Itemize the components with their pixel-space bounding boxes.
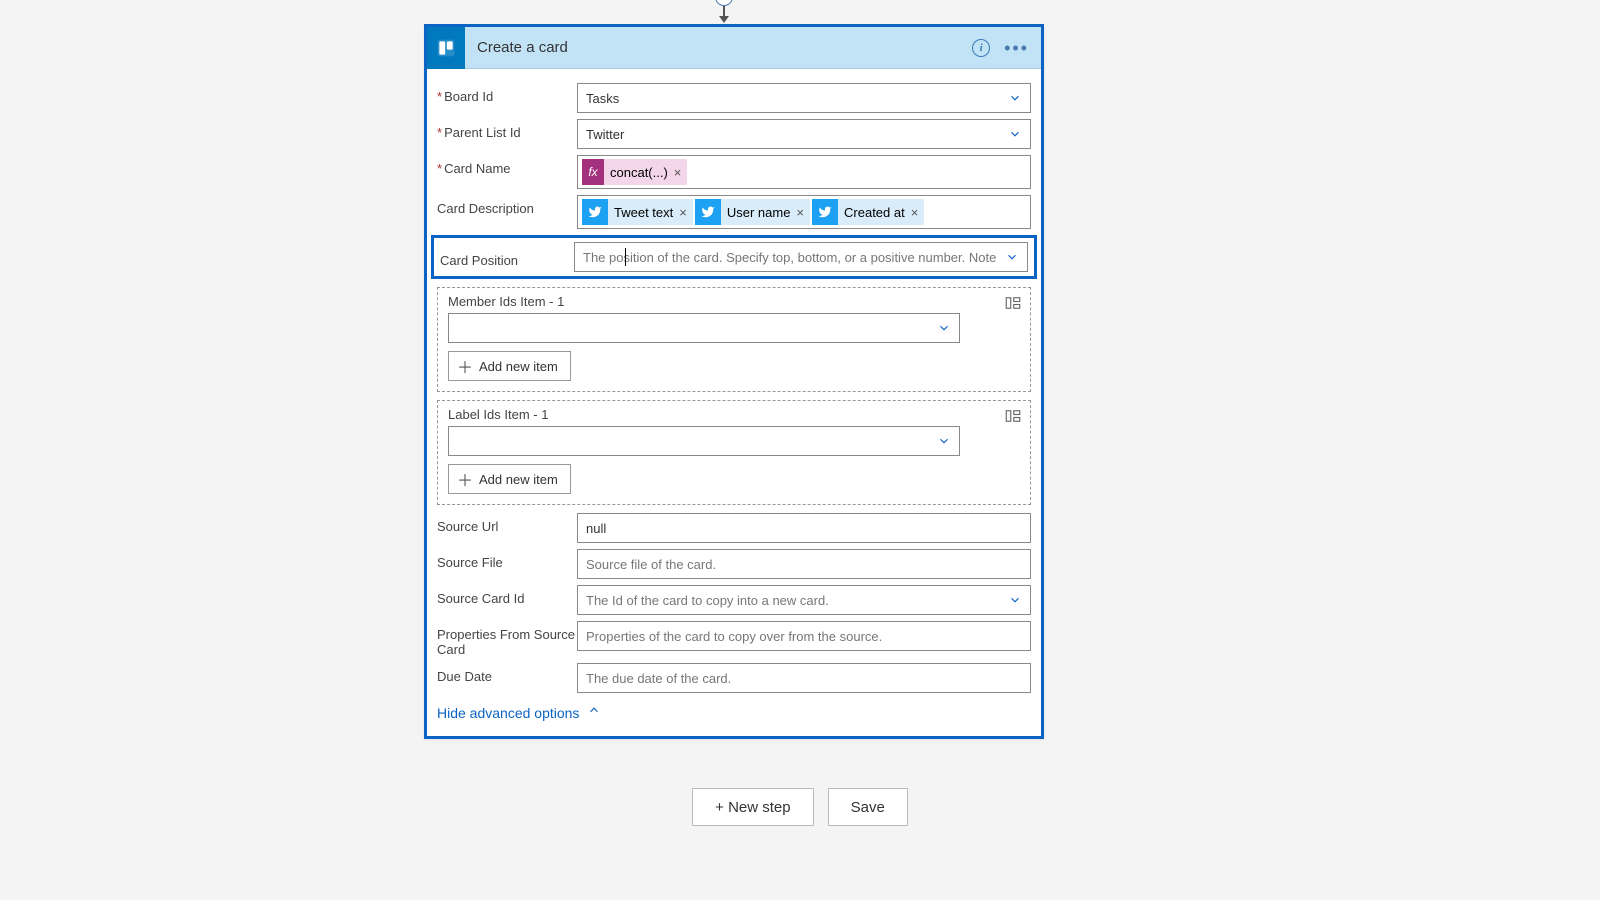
label-source-file: Source File (437, 549, 577, 570)
label-due-date: Due Date (437, 663, 577, 684)
twitter-icon (582, 199, 608, 225)
add-member-item-button[interactable]: ＋ Add new item (448, 351, 571, 381)
add-node-icon[interactable] (715, 0, 733, 6)
plus-icon: ＋ (457, 354, 473, 378)
label-properties-from-source: Properties From Source Card (437, 621, 577, 657)
label-label-ids: Label Ids Item - 1 (448, 407, 1020, 422)
board-id-select[interactable]: Tasks (577, 83, 1031, 113)
add-label-item-button[interactable]: ＋ Add new item (448, 464, 571, 494)
source-file-input[interactable]: Source file of the card. (577, 549, 1031, 579)
chevron-down-icon (1008, 593, 1022, 607)
card-position-row: Card Position The position of the card. … (431, 235, 1037, 279)
member-ids-select[interactable] (448, 313, 960, 343)
switch-mode-icon[interactable] (1004, 407, 1022, 425)
token-created-at[interactable]: Created at × (812, 199, 924, 225)
chevron-down-icon (1008, 127, 1022, 141)
remove-token-icon[interactable]: × (796, 205, 804, 220)
source-url-input[interactable]: null (577, 513, 1031, 543)
label-source-card-id: Source Card Id (437, 585, 577, 606)
twitter-icon (695, 199, 721, 225)
chevron-up-icon (587, 703, 601, 722)
remove-token-icon[interactable]: × (674, 165, 682, 180)
chevron-down-icon (937, 434, 951, 448)
parent-list-select[interactable]: Twitter (577, 119, 1031, 149)
trello-icon (427, 27, 465, 69)
flow-arrow-in (714, 0, 734, 24)
member-ids-group: Member Ids Item - 1 ＋ Add new item (437, 287, 1031, 392)
text-cursor-icon (625, 248, 626, 266)
card-position-input[interactable]: The position of the card. Specify top, b… (574, 242, 1028, 272)
label-board-id: *Board Id (437, 83, 577, 104)
remove-token-icon[interactable]: × (679, 205, 687, 220)
label-member-ids: Member Ids Item - 1 (448, 294, 1020, 309)
label-card-name: *Card Name (437, 155, 577, 176)
chevron-down-icon (937, 321, 951, 335)
card-header[interactable]: Create a card i ••• (427, 27, 1041, 69)
more-icon[interactable]: ••• (1004, 39, 1029, 57)
label-source-url: Source Url (437, 513, 577, 534)
token-tweet-text[interactable]: Tweet text × (582, 199, 693, 225)
due-date-input[interactable]: The due date of the card. (577, 663, 1031, 693)
properties-from-source-input[interactable]: Properties of the card to copy over from… (577, 621, 1031, 651)
card-title: Create a card (477, 39, 972, 56)
source-card-id-select[interactable]: The Id of the card to copy into a new ca… (577, 585, 1031, 615)
label-ids-group: Label Ids Item - 1 ＋ Add new item (437, 400, 1031, 505)
save-button[interactable]: Save (828, 788, 908, 826)
label-ids-select[interactable] (448, 426, 960, 456)
card-description-input[interactable]: Tweet text × User name × Created at × (577, 195, 1031, 229)
label-card-position: Card Position (440, 247, 574, 268)
switch-mode-icon[interactable] (1004, 294, 1022, 312)
token-user-name[interactable]: User name × (695, 199, 810, 225)
label-card-description: Card Description (437, 195, 577, 216)
token-expression[interactable]: fx concat(...) × (582, 159, 687, 185)
chevron-down-icon (1005, 250, 1019, 264)
hide-advanced-options-link[interactable]: Hide advanced options (437, 705, 579, 721)
info-icon[interactable]: i (972, 39, 990, 57)
chevron-down-icon (1008, 91, 1022, 105)
flow-footer: + New step Save (0, 788, 1600, 826)
new-step-button[interactable]: + New step (692, 788, 813, 826)
action-card: Create a card i ••• *Board Id Tasks *Par… (424, 24, 1044, 739)
plus-icon: ＋ (457, 467, 473, 491)
twitter-icon (812, 199, 838, 225)
remove-token-icon[interactable]: × (911, 205, 919, 220)
card-name-input[interactable]: fx concat(...) × (577, 155, 1031, 189)
label-parent-list: *Parent List Id (437, 119, 577, 140)
fx-icon: fx (582, 159, 604, 185)
